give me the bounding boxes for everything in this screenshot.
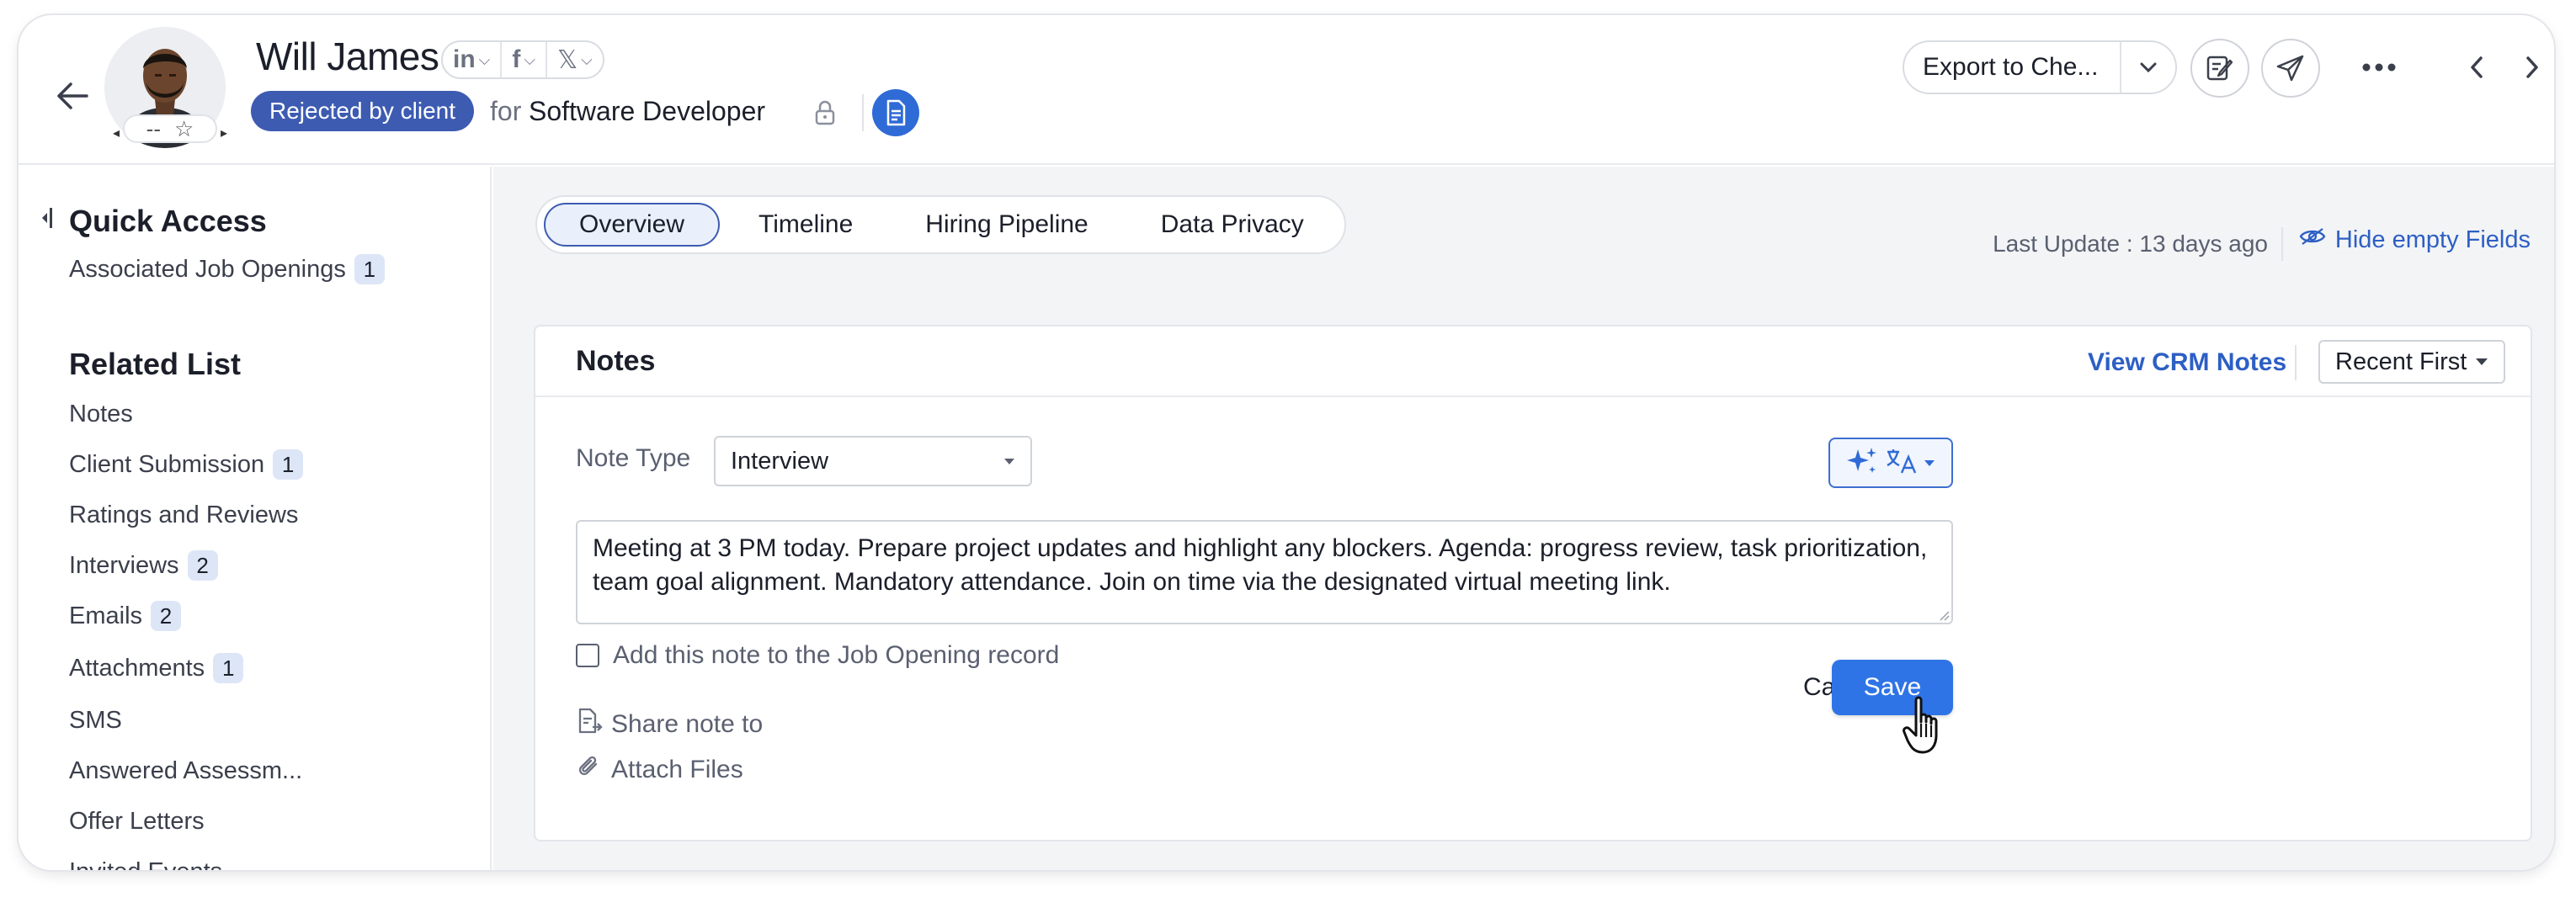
sidebar: Quick Access Associated Job Openings 1 R… (19, 167, 492, 870)
paperclip-icon (576, 754, 601, 786)
resume-document-icon[interactable] (872, 89, 919, 136)
more-options-icon[interactable] (2354, 49, 2404, 86)
avatar-prev-icon[interactable]: ◂ (113, 125, 120, 141)
sidebar-item-associated-job-openings[interactable]: Associated Job Openings 1 (69, 254, 385, 284)
sidebar-item-sms[interactable]: SMS (69, 707, 122, 735)
divider (862, 94, 864, 131)
count-badge: 2 (187, 550, 218, 581)
divider (2281, 227, 2283, 261)
caret-down-icon (1924, 459, 1935, 466)
sidebar-item-ratings-reviews[interactable]: Ratings and Reviews (69, 502, 298, 529)
last-update: Last Update : 13 days ago (1993, 231, 2268, 257)
attach-files-link[interactable]: Attach Files (576, 754, 743, 786)
tab-overview[interactable]: Overview (544, 203, 721, 247)
ai-assist-button[interactable] (1828, 438, 1953, 488)
sidebar-item-answered-assessments[interactable]: Answered Assessm... (69, 757, 302, 785)
tab-hiring-pipeline[interactable]: Hiring Pipeline (891, 203, 1121, 247)
note-type-label: Note Type (576, 444, 691, 472)
divider (2295, 345, 2297, 380)
notes-title: Notes (576, 345, 656, 377)
next-record-icon[interactable] (2514, 49, 2551, 86)
candidate-window: ◂ ▸ -- ☆ Will James in ⌵ f ⌵ 𝕏 ⌵ Rejected b… (19, 15, 2554, 870)
edit-note-icon[interactable] (2190, 39, 2249, 98)
sidebar-item-offer-letters[interactable]: Offer Letters (69, 808, 205, 836)
note-type-select[interactable]: Interview (714, 436, 1032, 486)
job-title[interactable]: Software Developer (529, 96, 765, 127)
checkbox[interactable] (576, 644, 599, 667)
facebook-icon[interactable]: f ⌵ (502, 42, 547, 77)
add-to-job-opening-checkbox[interactable]: Add this note to the Job Opening record (576, 641, 1059, 670)
caret-down-icon (2476, 358, 2488, 365)
notes-section: Notes View CRM Notes Recent First Note T… (534, 325, 2532, 841)
back-arrow-icon[interactable] (47, 71, 98, 121)
related-list-heading: Related List (69, 347, 242, 381)
social-links: in ⌵ f ⌵ 𝕏 ⌵ (441, 40, 604, 79)
hand-pointer-cursor-icon (1903, 695, 1950, 762)
sidebar-item-emails[interactable]: Emails 2 (69, 601, 182, 631)
send-icon[interactable] (2261, 39, 2320, 98)
quick-access-heading: Quick Access (69, 204, 267, 238)
x-twitter-icon[interactable]: 𝕏 ⌵ (547, 42, 603, 77)
sparkle-icon (1846, 446, 1880, 480)
count-badge: 2 (151, 601, 182, 631)
for-label: for (490, 96, 522, 126)
status-badge[interactable]: Rejected by client (251, 91, 475, 131)
share-note-link[interactable]: Share note to (576, 707, 763, 742)
sidebar-item-notes[interactable]: Notes (69, 401, 133, 428)
sidebar-item-client-submission[interactable]: Client Submission 1 (69, 449, 304, 480)
tab-timeline[interactable]: Timeline (725, 203, 886, 247)
star-icon[interactable]: ☆ (174, 116, 194, 142)
sidebar-item-interviews[interactable]: Interviews 2 (69, 550, 218, 581)
resize-grip-icon (1940, 611, 1950, 621)
note-textarea[interactable]: Meeting at 3 PM today. Prepare project u… (576, 520, 1953, 624)
count-badge: 1 (213, 653, 244, 683)
eye-slash-icon (2298, 226, 2327, 254)
linkedin-icon[interactable]: in ⌵ (443, 42, 503, 77)
main-content: Overview Timeline Hiring Pipeline Data P… (493, 167, 2554, 870)
lock-icon[interactable] (810, 98, 840, 128)
count-badge: 1 (354, 254, 385, 284)
avatar-next-icon[interactable]: ▸ (221, 125, 227, 141)
export-button[interactable]: Export to Che... (1904, 53, 2120, 82)
rating-value: -- (146, 115, 161, 141)
sort-order-select[interactable]: Recent First (2318, 340, 2505, 384)
translate-icon (1885, 447, 1919, 480)
collapse-caret-icon[interactable] (39, 205, 54, 235)
count-badge: 1 (273, 449, 304, 480)
previous-record-icon[interactable] (2458, 49, 2495, 86)
tab-bar: Overview Timeline Hiring Pipeline Data P… (535, 195, 1346, 254)
sidebar-item-invited-events[interactable]: Invited Events (69, 858, 222, 870)
caret-down-icon (1004, 458, 1014, 464)
export-dropdown: Export to Che... (1903, 40, 2177, 94)
sidebar-item-attachments[interactable]: Attachments 1 (69, 653, 244, 683)
tab-data-privacy[interactable]: Data Privacy (1127, 203, 1338, 247)
share-document-icon (576, 707, 603, 742)
candidate-name: Will James (256, 34, 439, 78)
hide-empty-fields-link[interactable]: Hide empty Fields (2298, 226, 2531, 254)
record-header: ◂ ▸ -- ☆ Will James in ⌵ f ⌵ 𝕏 ⌵ Rejected b… (19, 15, 2554, 165)
view-crm-notes-link[interactable]: View CRM Notes (2088, 348, 2286, 377)
rating-chip[interactable]: -- ☆ (123, 114, 217, 143)
notes-header: Notes View CRM Notes Recent First (535, 326, 2531, 397)
chevron-down-icon[interactable] (2120, 42, 2175, 93)
